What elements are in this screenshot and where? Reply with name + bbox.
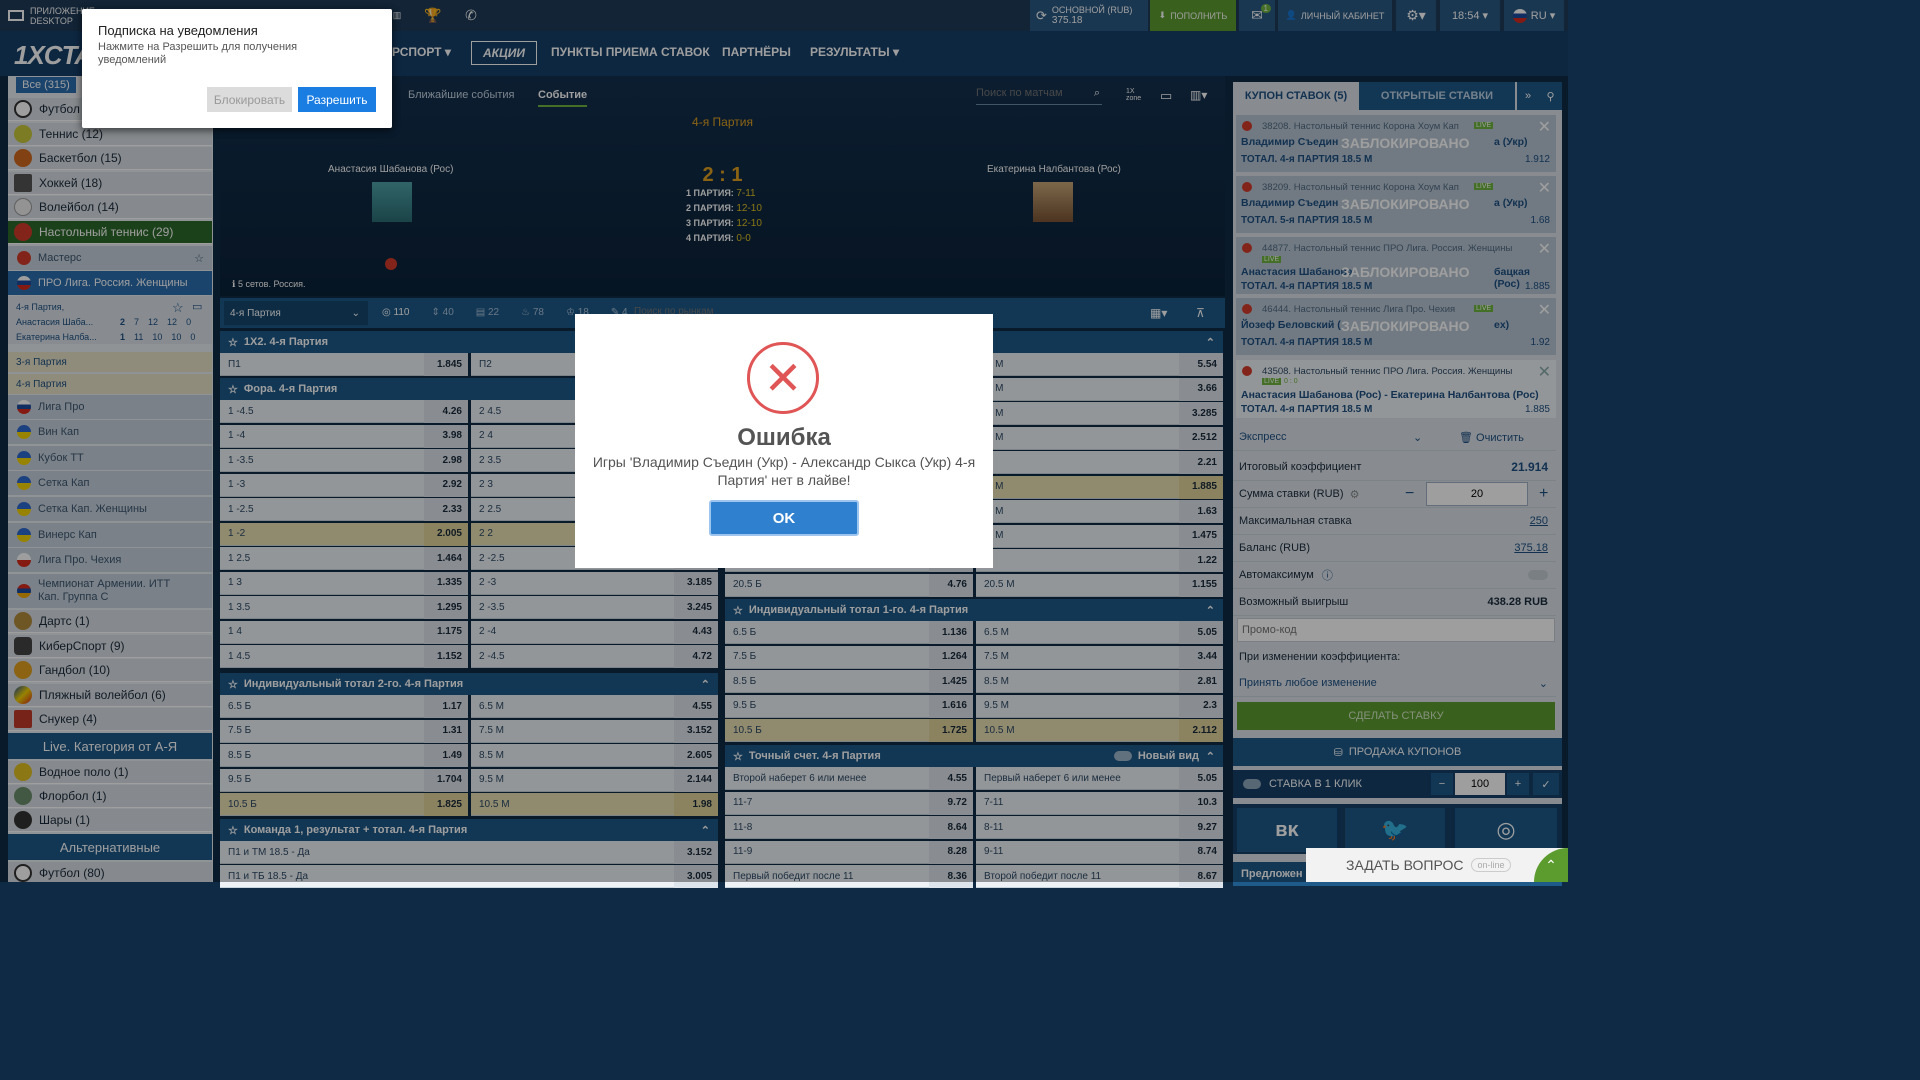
notification-title: Подписка на уведомления: [98, 23, 258, 38]
ask-question-widget[interactable]: ЗАДАТЬ ВОПРОС on-line ⌃: [1306, 848, 1568, 882]
allow-button[interactable]: Разрешить: [298, 87, 376, 112]
modal-message: Игры 'Владимир Съедин (Укр) - Александр …: [592, 454, 976, 488]
online-status: on-line: [1471, 858, 1511, 872]
ok-label: OK: [772, 509, 796, 527]
error-x-icon: ✕: [747, 342, 819, 414]
block-button[interactable]: Блокировать: [207, 87, 292, 112]
error-modal: ✕ Ошибка Игры 'Владимир Съедин (Укр) - А…: [575, 314, 993, 568]
allow-label: Разрешить: [306, 92, 368, 107]
ask-question-label: ЗАДАТЬ ВОПРОС: [1346, 857, 1464, 873]
modal-title: Ошибка: [737, 424, 831, 451]
ok-button[interactable]: OK: [709, 500, 859, 536]
block-label: Блокировать: [213, 92, 286, 107]
notification-text: Нажмите на Разрешить для получения уведо…: [98, 41, 298, 66]
chevron-up-icon[interactable]: ⌃: [1534, 848, 1568, 882]
notification-popup-front: Подписка на уведомления Нажмите на Разре…: [82, 9, 392, 128]
